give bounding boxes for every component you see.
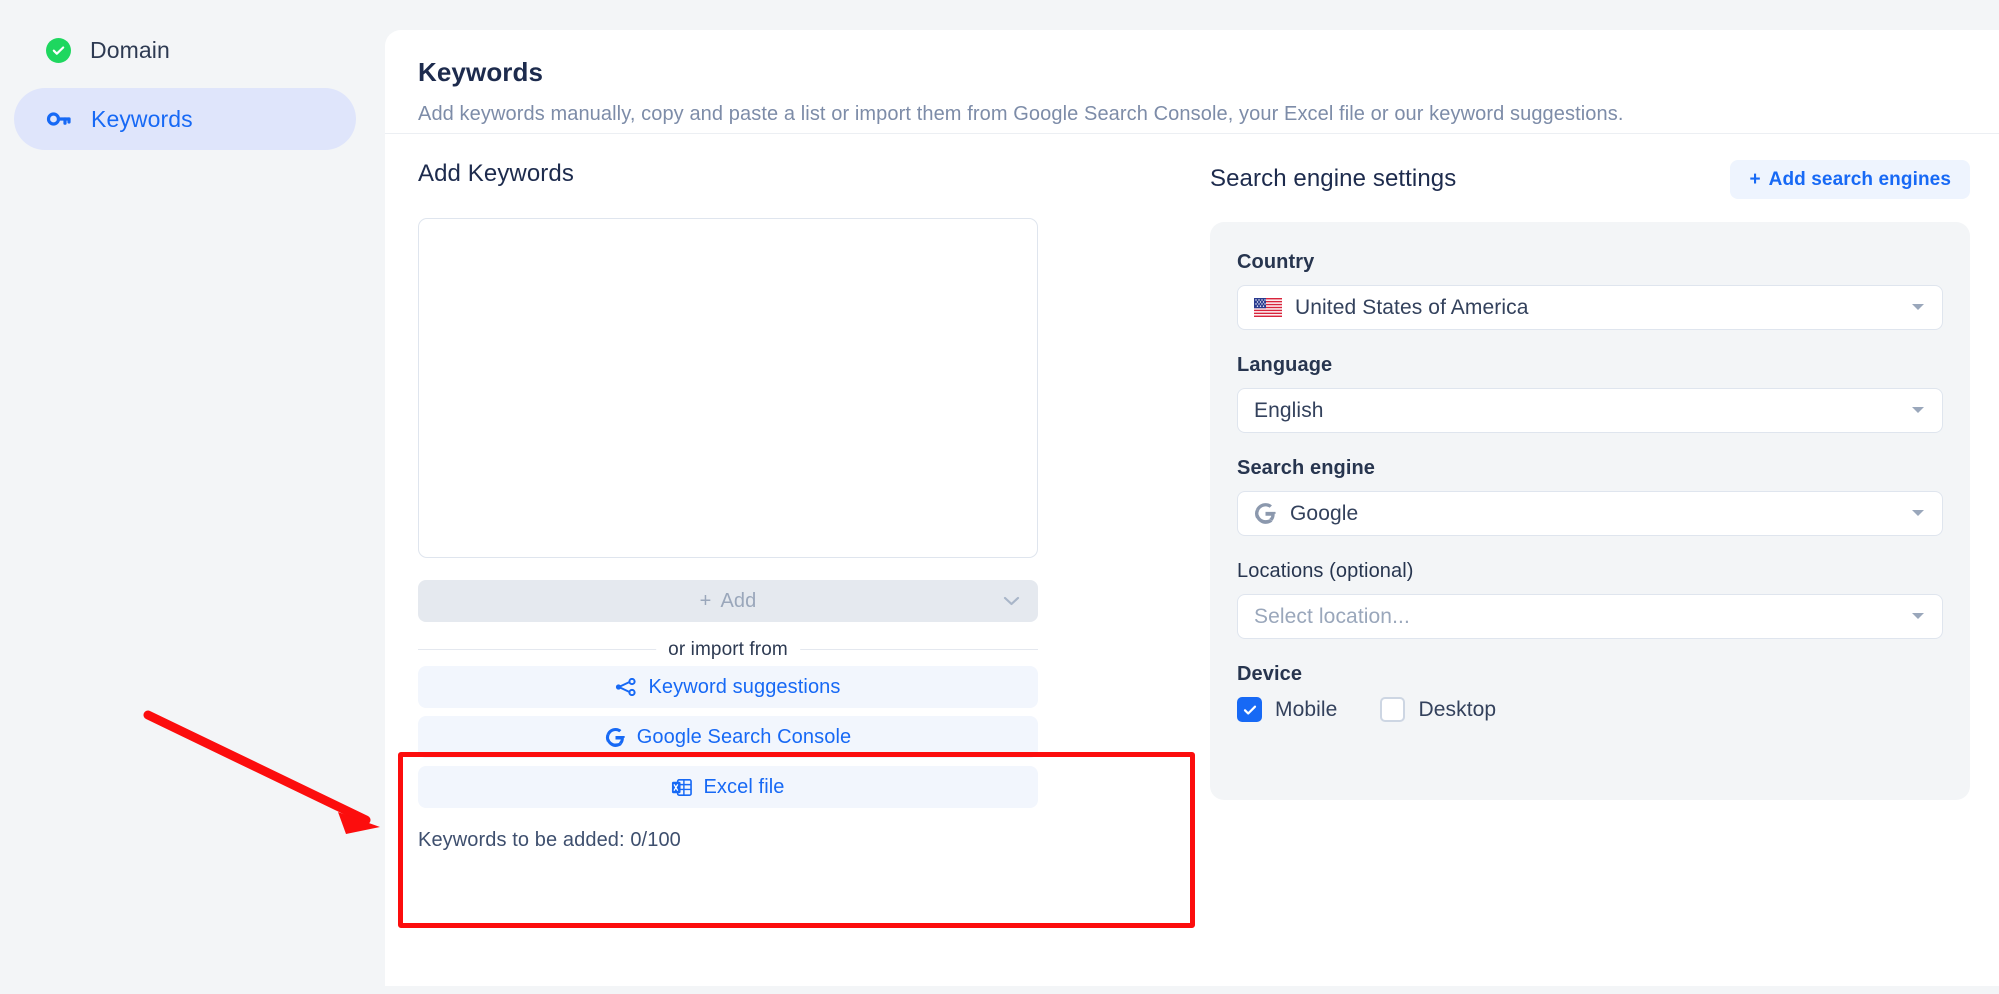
sidebar: Domain Keywords (0, 0, 385, 994)
country-label: Country (1237, 251, 1315, 273)
us-flag-icon (1254, 298, 1282, 317)
main-panel: Keywords Add keywords manually, copy and… (385, 30, 1999, 986)
search-engine-label: Search engine (1237, 457, 1376, 479)
device-option-desktop[interactable]: Desktop (1380, 697, 1496, 722)
search-engine-settings-card: Country United States of America Languag… (1210, 222, 1970, 800)
locations-label: Locations (optional) (1237, 560, 1414, 582)
search-engine-settings-title: Search engine settings (1210, 165, 1457, 192)
keywords-textarea[interactable] (418, 218, 1038, 558)
google-icon (1254, 502, 1277, 525)
divider-label: or import from (656, 639, 800, 661)
sidebar-item-domain[interactable]: Domain (14, 19, 356, 81)
chevron-down-icon[interactable] (1911, 402, 1925, 420)
sidebar-item-keywords[interactable]: Keywords (14, 88, 356, 150)
add-button-label: Add (720, 589, 757, 612)
import-buttons-group: Keyword suggestions Google Search Consol… (418, 666, 1038, 808)
device-label: Device (1237, 663, 1303, 685)
locations-select[interactable]: Select location... (1237, 594, 1943, 639)
chevron-down-icon[interactable] (1911, 608, 1925, 626)
country-value: United States of America (1295, 295, 1529, 319)
plus-icon: + (1749, 168, 1761, 190)
country-select[interactable]: United States of America (1237, 285, 1943, 330)
check-circle-icon (46, 37, 71, 63)
panel-header: Keywords Add keywords manually, copy and… (385, 30, 1999, 134)
page-title: Keywords (418, 57, 544, 87)
search-engine-settings-header: Search engine settings + Add search engi… (1210, 160, 1970, 204)
add-search-engines-button[interactable]: + Add search engines (1730, 160, 1970, 199)
page-subtitle: Add keywords manually, copy and paste a … (418, 103, 1624, 125)
language-value: English (1254, 398, 1324, 422)
import-button-label: Google Search Console (636, 725, 852, 748)
search-engine-value: Google (1290, 501, 1359, 525)
import-button-label: Excel file (703, 775, 785, 798)
language-label: Language (1237, 354, 1333, 376)
import-google-search-console-button[interactable]: Google Search Console (418, 716, 1038, 758)
sidebar-item-label: Keywords (91, 105, 193, 132)
search-engine-select[interactable]: Google (1237, 491, 1943, 536)
chevron-down-icon[interactable] (1911, 505, 1925, 523)
language-select[interactable]: English (1237, 388, 1943, 433)
search-engine-settings-section: Search engine settings + Add search engi… (1210, 160, 1970, 800)
add-keywords-button[interactable]: + Add (418, 580, 1038, 622)
device-option-label: Desktop (1418, 697, 1497, 721)
keyword-suggestions-icon (615, 678, 637, 696)
add-search-engines-label: Add search engines (1768, 168, 1951, 190)
sidebar-item-label: Domain (90, 36, 170, 63)
app-root: Domain Keywords Keywords Add keywords ma… (0, 0, 1999, 994)
key-icon (46, 106, 72, 132)
add-keywords-title: Add Keywords (418, 160, 574, 187)
plus-icon: + (699, 589, 712, 612)
import-excel-file-button[interactable]: Excel file (418, 766, 1038, 808)
locations-value: Select location... (1254, 604, 1410, 628)
checkbox-checked-icon[interactable] (1237, 697, 1262, 722)
import-keyword-suggestions-button[interactable]: Keyword suggestions (418, 666, 1038, 708)
excel-icon (671, 777, 693, 798)
import-button-label: Keyword suggestions (648, 675, 841, 698)
device-option-label: Mobile (1275, 697, 1338, 721)
chevron-down-icon[interactable] (1003, 596, 1020, 607)
checkbox-unchecked-icon[interactable] (1380, 697, 1406, 722)
device-options: Mobile Desktop (1237, 697, 1943, 722)
chevron-down-icon[interactable] (1911, 299, 1925, 317)
google-icon (605, 727, 626, 748)
import-divider: or import from (418, 639, 1038, 661)
device-option-mobile[interactable]: Mobile (1237, 697, 1337, 722)
keywords-counter: Keywords to be added: 0/100 (418, 829, 681, 851)
add-keywords-section: Add Keywords + Add or import from Keywor… (418, 160, 1038, 852)
